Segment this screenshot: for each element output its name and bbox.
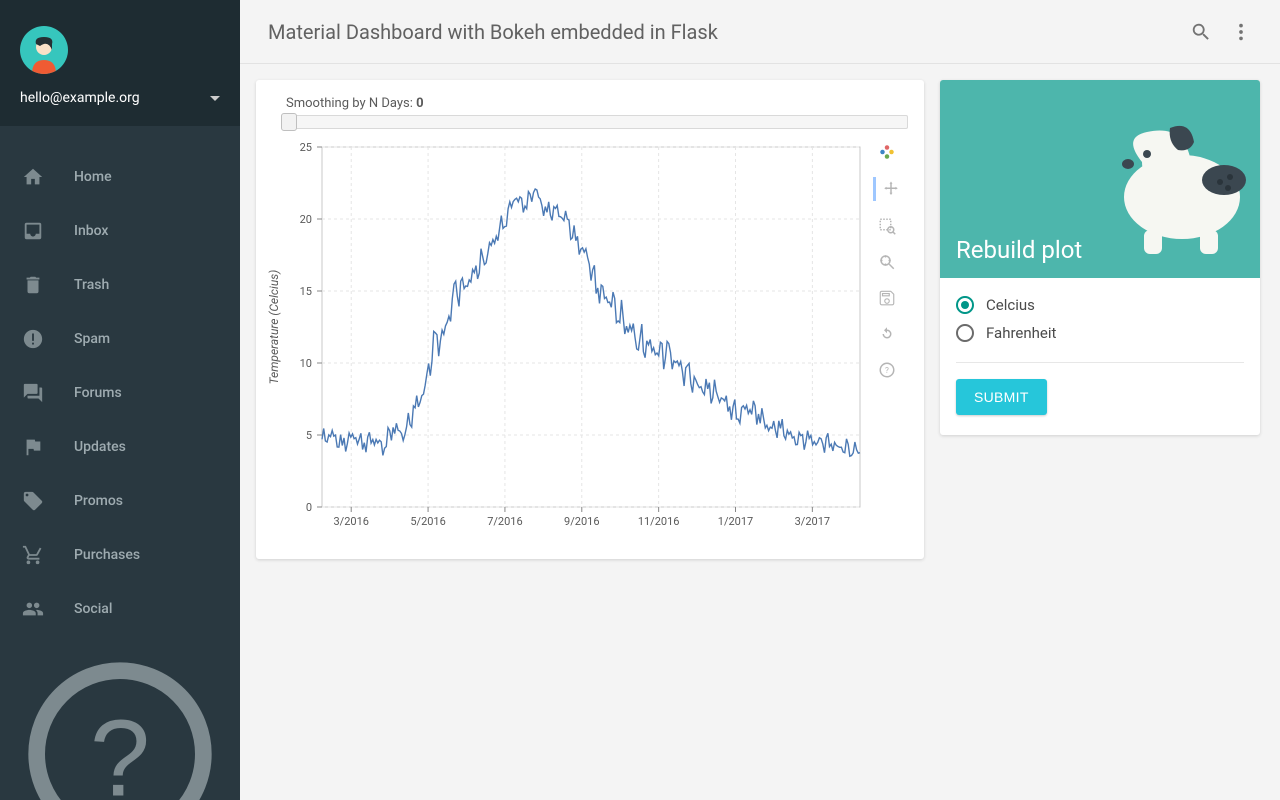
sidebar-item-label: Inbox	[74, 223, 108, 239]
svg-text:3/2016: 3/2016	[333, 515, 368, 528]
chevron-down-icon[interactable]	[210, 96, 220, 101]
box-zoom-tool-icon[interactable]	[876, 215, 898, 237]
sidebar-item-promos[interactable]: Promos	[0, 474, 240, 528]
help-tool-icon[interactable]: ?	[876, 359, 898, 381]
sidebar-item-social[interactable]: Social	[0, 582, 240, 636]
svg-text:25: 25	[300, 141, 312, 154]
sidebar-item-purchases[interactable]: Purchases	[0, 528, 240, 582]
error-icon	[22, 328, 44, 350]
svg-text:5: 5	[306, 429, 312, 442]
flag-icon	[22, 436, 44, 458]
people-icon	[22, 598, 44, 620]
card-hero: Rebuild plot	[940, 80, 1260, 278]
slider-label-prefix: Smoothing by N Days:	[286, 96, 416, 111]
svg-text:3/2017: 3/2017	[795, 515, 830, 528]
sidebar-item-label: Trash	[74, 277, 109, 293]
radio-icon	[956, 324, 974, 342]
svg-text:20: 20	[300, 213, 312, 226]
sidebar-item-label: Purchases	[74, 547, 140, 563]
sidebar-footer: ?	[0, 636, 240, 800]
sidebar-item-label: Promos	[74, 493, 123, 509]
svg-text:5/2016: 5/2016	[410, 515, 445, 528]
svg-text:9/2016: 9/2016	[564, 515, 599, 528]
sidebar-item-label: Social	[74, 601, 112, 617]
sidebar-nav: Home Inbox Trash Spam Forums Updates	[0, 126, 240, 636]
sidebar-item-label: Home	[74, 169, 112, 185]
radio-label: Celcius	[986, 296, 1035, 314]
svg-text:15: 15	[300, 285, 312, 298]
submit-button[interactable]: Submit	[956, 379, 1047, 415]
svg-text:7/2016: 7/2016	[487, 515, 522, 528]
home-icon	[22, 166, 44, 188]
svg-text:0: 0	[306, 501, 312, 514]
avatar[interactable]	[20, 26, 68, 74]
unit-options: Celcius Fahrenheit	[940, 278, 1260, 356]
bokeh-logo-icon[interactable]	[876, 141, 898, 163]
cart-icon	[22, 544, 44, 566]
topbar: Material Dashboard with Bokeh embedded i…	[240, 0, 1280, 64]
tag-icon	[22, 490, 44, 512]
svg-text:?: ?	[90, 698, 150, 800]
chart-card: Smoothing by N Days: 0 0 5 10 15 20 25 3/2016 5…	[256, 80, 924, 559]
sidebar-item-label: Updates	[74, 439, 126, 455]
svg-text:?: ?	[885, 366, 889, 376]
submit-label: Submit	[974, 389, 1029, 405]
sidebar-item-inbox[interactable]: Inbox	[0, 204, 240, 258]
save-tool-icon[interactable]	[876, 287, 898, 309]
trash-icon	[22, 274, 44, 296]
svg-text:Temperature (Celcius): Temperature (Celcius)	[267, 270, 281, 385]
sidebar-item-label: Forums	[74, 385, 122, 401]
reset-tool-icon[interactable]	[876, 323, 898, 345]
sidebar-item-home[interactable]: Home	[0, 150, 240, 204]
sidebar-item-spam[interactable]: Spam	[0, 312, 240, 366]
sidebar-item-trash[interactable]: Trash	[0, 258, 240, 312]
forum-icon	[22, 382, 44, 404]
page-title: Material Dashboard with Bokeh embedded i…	[268, 20, 1190, 44]
svg-text:10: 10	[300, 357, 312, 370]
rebuild-plot-card: Rebuild plot Celcius Fahrenheit Submit	[940, 80, 1260, 435]
slider-thumb[interactable]	[281, 113, 297, 131]
slider-value: 0	[416, 96, 423, 111]
pan-tool-icon[interactable]	[880, 178, 902, 200]
search-icon[interactable]	[1190, 21, 1212, 43]
smoothing-slider[interactable]	[286, 115, 908, 129]
radio-label: Fahrenheit	[986, 324, 1056, 342]
radio-icon	[956, 296, 974, 314]
wheel-zoom-tool-icon[interactable]	[876, 251, 898, 273]
divider	[956, 362, 1244, 363]
sidebar-item-forums[interactable]: Forums	[0, 366, 240, 420]
inbox-icon	[22, 220, 44, 242]
card-title: Rebuild plot	[956, 236, 1082, 264]
radio-celcius[interactable]: Celcius	[956, 296, 1244, 314]
user-email: hello@example.org	[20, 90, 140, 106]
sidebar-header: hello@example.org	[0, 0, 240, 126]
svg-text:11/2016: 11/2016	[638, 515, 680, 528]
radio-fahrenheit[interactable]: Fahrenheit	[956, 324, 1244, 342]
sidebar: hello@example.org Home Inbox Trash Spam	[0, 0, 240, 800]
sidebar-item-updates[interactable]: Updates	[0, 420, 240, 474]
temperature-chart[interactable]: 0 5 10 15 20 25 3/2016 5/2016 7/2016 9/2016 11/201…	[262, 137, 872, 537]
svg-text:1/2017: 1/2017	[718, 515, 753, 528]
more-vert-icon[interactable]	[1230, 21, 1252, 43]
slider-label: Smoothing by N Days: 0	[262, 96, 918, 111]
dog-illustration	[1072, 102, 1252, 262]
bokeh-toolbar: ?	[872, 137, 902, 537]
sidebar-item-label: Spam	[74, 331, 110, 347]
